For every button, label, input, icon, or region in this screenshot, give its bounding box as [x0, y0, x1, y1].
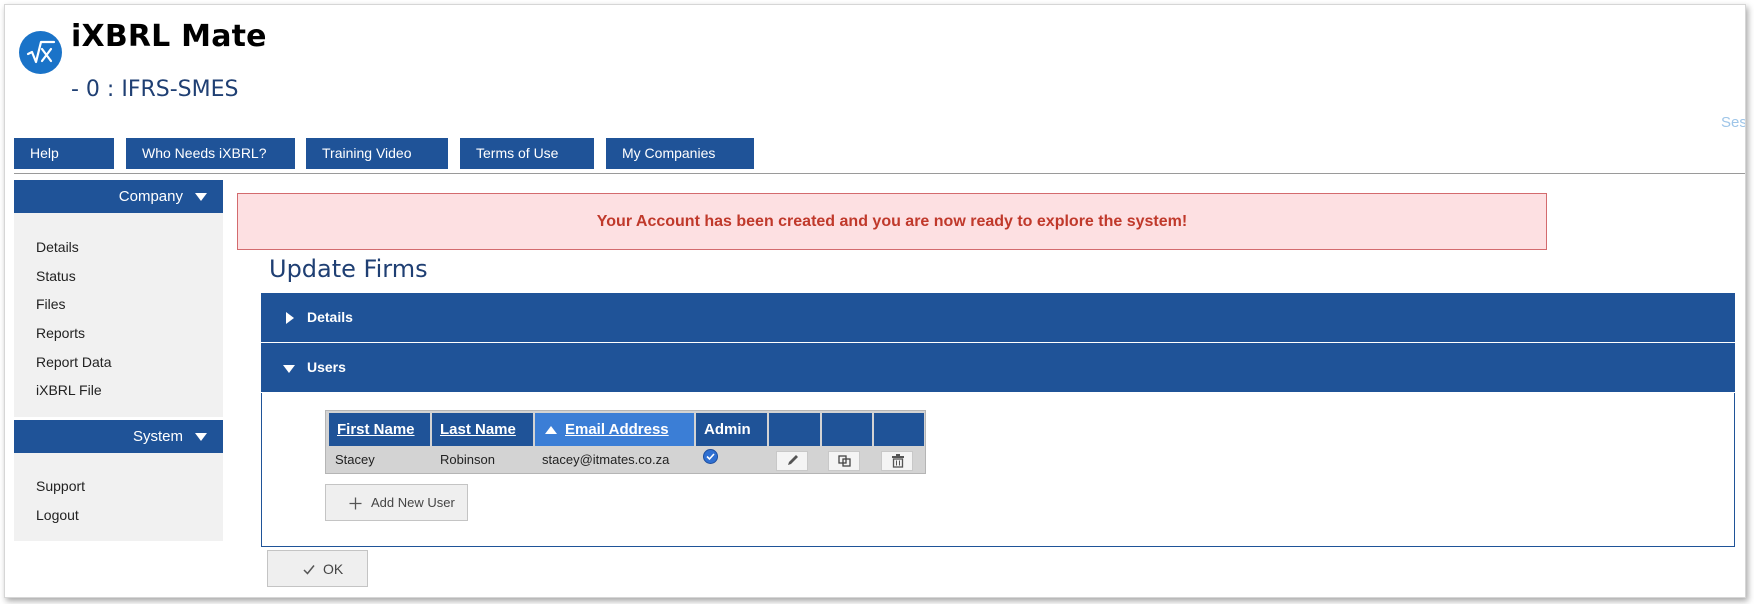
sqrt-x-logo-icon — [19, 31, 62, 74]
column-header-admin: Admin — [696, 413, 767, 446]
page-title: Update Firms — [269, 255, 428, 283]
check-circle-icon — [703, 449, 718, 464]
sidebar-system-menu — [14, 453, 223, 541]
sidebar-system-header[interactable]: System — [14, 420, 223, 453]
app-title: iXBRL Mate — [71, 19, 267, 54]
chevron-down-icon — [283, 365, 295, 373]
column-header-copy — [822, 413, 872, 446]
checkmark-icon — [303, 565, 315, 575]
copy-icon — [838, 455, 851, 467]
column-header-label: Last Name — [440, 421, 516, 438]
company-subtitle: - 0 : IFRS-SMES — [71, 77, 239, 102]
cell-last-name: Robinson — [440, 452, 495, 467]
add-new-user-button[interactable]: Add New User — [325, 484, 468, 521]
nav-help-button[interactable]: Help — [14, 138, 114, 169]
add-new-user-label: Add New User — [371, 495, 455, 510]
sidebar-item-support[interactable]: Support — [36, 478, 85, 494]
sidebar-item-files[interactable]: Files — [36, 296, 66, 312]
column-header-label: Email Address — [565, 421, 669, 438]
column-header-label: Admin — [704, 421, 751, 438]
nav-my-companies-button[interactable]: My Companies — [606, 138, 754, 169]
sidebar-item-logout[interactable]: Logout — [36, 507, 79, 523]
section-users-header[interactable]: Users — [261, 343, 1735, 392]
plus-icon — [349, 497, 362, 510]
nav-training-video-button[interactable]: Training Video — [306, 138, 448, 169]
app-window: iXBRL Mate - 0 : IFRS-SMES Ses Help Who … — [4, 4, 1746, 598]
session-info: Ses — [1721, 114, 1746, 131]
ok-label: OK — [323, 561, 344, 577]
success-alert: Your Account has been created and you ar… — [237, 193, 1547, 250]
trash-icon — [892, 454, 904, 468]
cell-email: stacey@itmates.co.za — [542, 452, 670, 467]
nav-who-needs-ixbrl-button[interactable]: Who Needs iXBRL? — [126, 138, 295, 169]
chevron-down-icon — [195, 433, 207, 441]
chevron-down-icon — [195, 193, 207, 201]
column-header-last-name[interactable]: Last Name — [432, 413, 533, 446]
alert-message: Your Account has been created and you ar… — [596, 213, 1188, 230]
section-details-header[interactable]: Details — [261, 293, 1735, 342]
sort-ascending-icon — [545, 425, 557, 434]
delete-user-button[interactable] — [881, 451, 913, 471]
sidebar-company-label: Company — [118, 188, 183, 205]
sidebar-item-ixbrl-file[interactable]: iXBRL File — [36, 382, 102, 398]
column-header-first-name[interactable]: First Name — [329, 413, 430, 446]
sidebar-system-label: System — [132, 428, 183, 445]
column-header-label: First Name — [337, 421, 415, 438]
column-header-delete — [874, 413, 924, 446]
sidebar-company-header[interactable]: Company — [14, 180, 223, 213]
copy-user-button[interactable] — [828, 451, 860, 471]
ok-button[interactable]: OK — [267, 550, 368, 587]
sidebar-item-reports[interactable]: Reports — [36, 325, 85, 341]
header-divider — [14, 173, 1745, 174]
section-details-label: Details — [307, 309, 353, 325]
cell-first-name: Stacey — [335, 452, 375, 467]
sidebar-item-report-data[interactable]: Report Data — [36, 354, 111, 370]
caret-right-icon — [286, 312, 294, 324]
column-header-edit — [769, 413, 820, 446]
pencil-icon — [788, 455, 798, 465]
edit-user-button[interactable] — [776, 451, 808, 471]
nav-terms-of-use-button[interactable]: Terms of Use — [460, 138, 594, 169]
section-users-label: Users — [307, 359, 346, 375]
column-header-email-address[interactable]: Email Address — [535, 413, 694, 446]
sidebar-item-details[interactable]: Details — [36, 239, 79, 255]
sidebar-item-status[interactable]: Status — [36, 268, 76, 284]
